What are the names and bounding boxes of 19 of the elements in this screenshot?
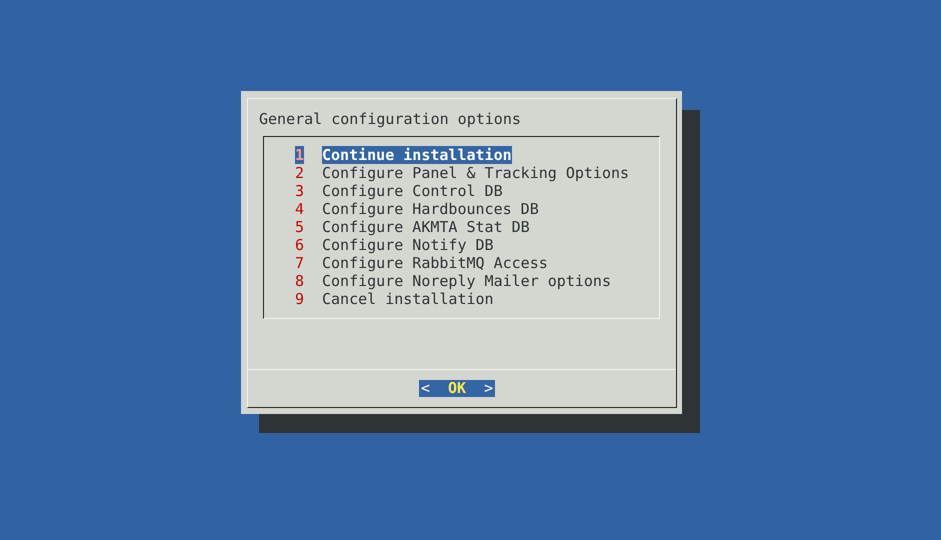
menu-item[interactable]: Configure Notify DB	[322, 236, 494, 254]
menu-item[interactable]: Cancel installation	[322, 290, 494, 308]
menu-item[interactable]: Configure Noreply Mailer options	[322, 272, 611, 290]
item-number[interactable]: 5	[295, 218, 304, 236]
item-number[interactable]: 7	[295, 254, 304, 272]
item-number[interactable]: 8	[295, 272, 304, 290]
item-number[interactable]: 6	[295, 236, 304, 254]
item-number[interactable]: 9	[295, 290, 304, 308]
menu-item[interactable]: Configure AKMTA Stat DB	[322, 218, 530, 236]
menu-item[interactable]: Configure Hardbounces DB	[322, 200, 539, 218]
menu-item[interactable]: Configure Control DB	[322, 182, 503, 200]
item-number[interactable]: 4	[295, 200, 304, 218]
dialog-title: General configuration options	[259, 110, 522, 128]
item-number[interactable]: 3	[295, 182, 304, 200]
menu-item[interactable]: Continue installation	[322, 146, 512, 164]
menu-item[interactable]: Configure RabbitMQ Access	[322, 254, 548, 272]
menu-item[interactable]: Configure Panel & Tracking Options	[322, 164, 630, 182]
ok-button[interactable]: < OK >	[418, 380, 496, 397]
item-number[interactable]: 2	[295, 164, 304, 182]
